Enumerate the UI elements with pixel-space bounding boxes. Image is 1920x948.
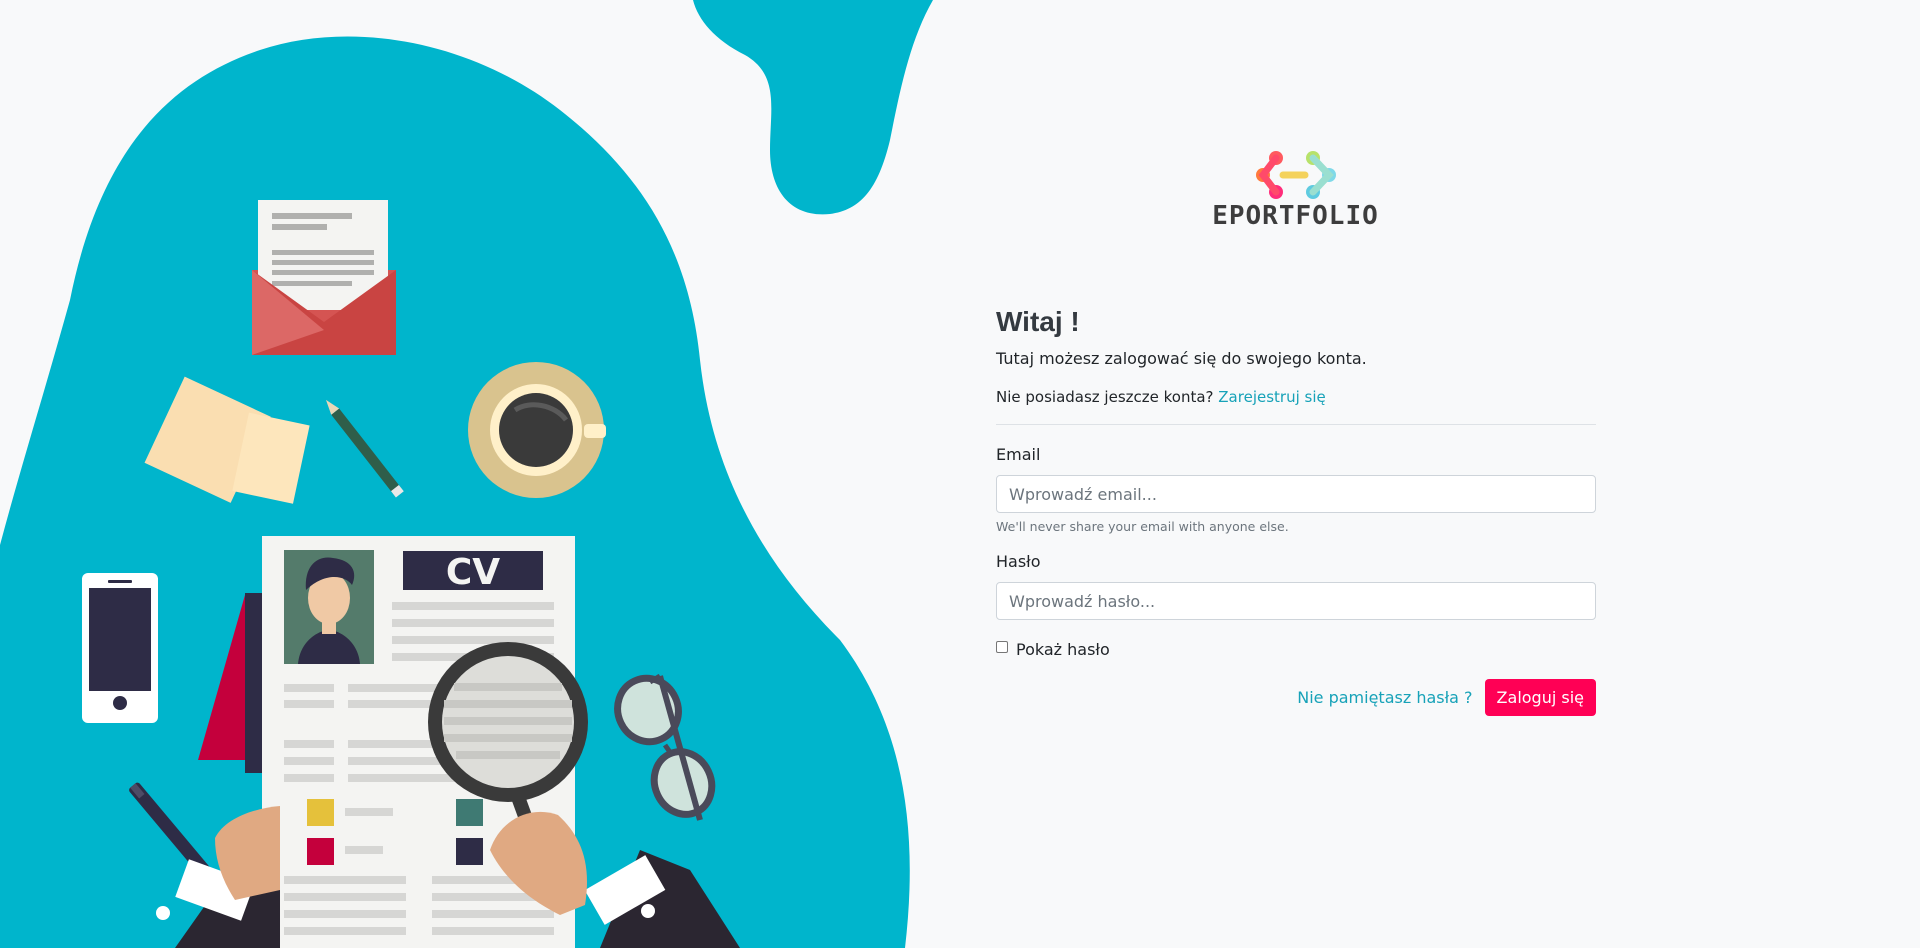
register-prompt-text: Nie posiadasz jeszcze konta? <box>996 388 1214 406</box>
page-title: Witaj ! <box>996 306 1080 337</box>
email-label: Email <box>996 445 1041 464</box>
show-password-row: Pokaż hasło <box>996 637 1596 661</box>
top-drip-blob <box>693 0 933 215</box>
page-subtitle: Tutaj możesz zalogować się do swojego ko… <box>996 349 1367 368</box>
logo-mark-icon <box>1256 151 1336 199</box>
register-link[interactable]: Zarejestruj się <box>1218 388 1325 406</box>
email-help-text: We'll never share your email with anyone… <box>996 519 1289 534</box>
forgot-password-link[interactable]: Nie pamiętasz hasła ? <box>1297 688 1472 707</box>
hero-illustration: CV <box>0 0 960 948</box>
cv-heading: CV <box>446 552 500 593</box>
brand-name: EPORTFOLIO <box>1212 201 1379 231</box>
form-actions: Nie pamiętasz hasła ? Zaloguj się <box>996 679 1596 716</box>
show-password-label[interactable]: Pokaż hasło <box>1016 640 1110 659</box>
register-prompt-row: Nie posiadasz jeszcze konta? Zarejestruj… <box>996 385 1596 409</box>
login-button[interactable]: Zaloguj się <box>1484 679 1596 716</box>
divider <box>996 424 1596 425</box>
email-input[interactable] <box>996 475 1596 513</box>
login-form: Witaj ! Tutaj możesz zalogować się do sw… <box>996 300 1596 716</box>
brand-logo: EPORTFOLIO <box>1203 150 1388 232</box>
password-label: Hasło <box>996 552 1041 571</box>
envelope-icon <box>252 200 396 355</box>
phone-icon <box>82 573 158 723</box>
show-password-checkbox[interactable] <box>996 641 1008 653</box>
password-input[interactable] <box>996 582 1596 620</box>
